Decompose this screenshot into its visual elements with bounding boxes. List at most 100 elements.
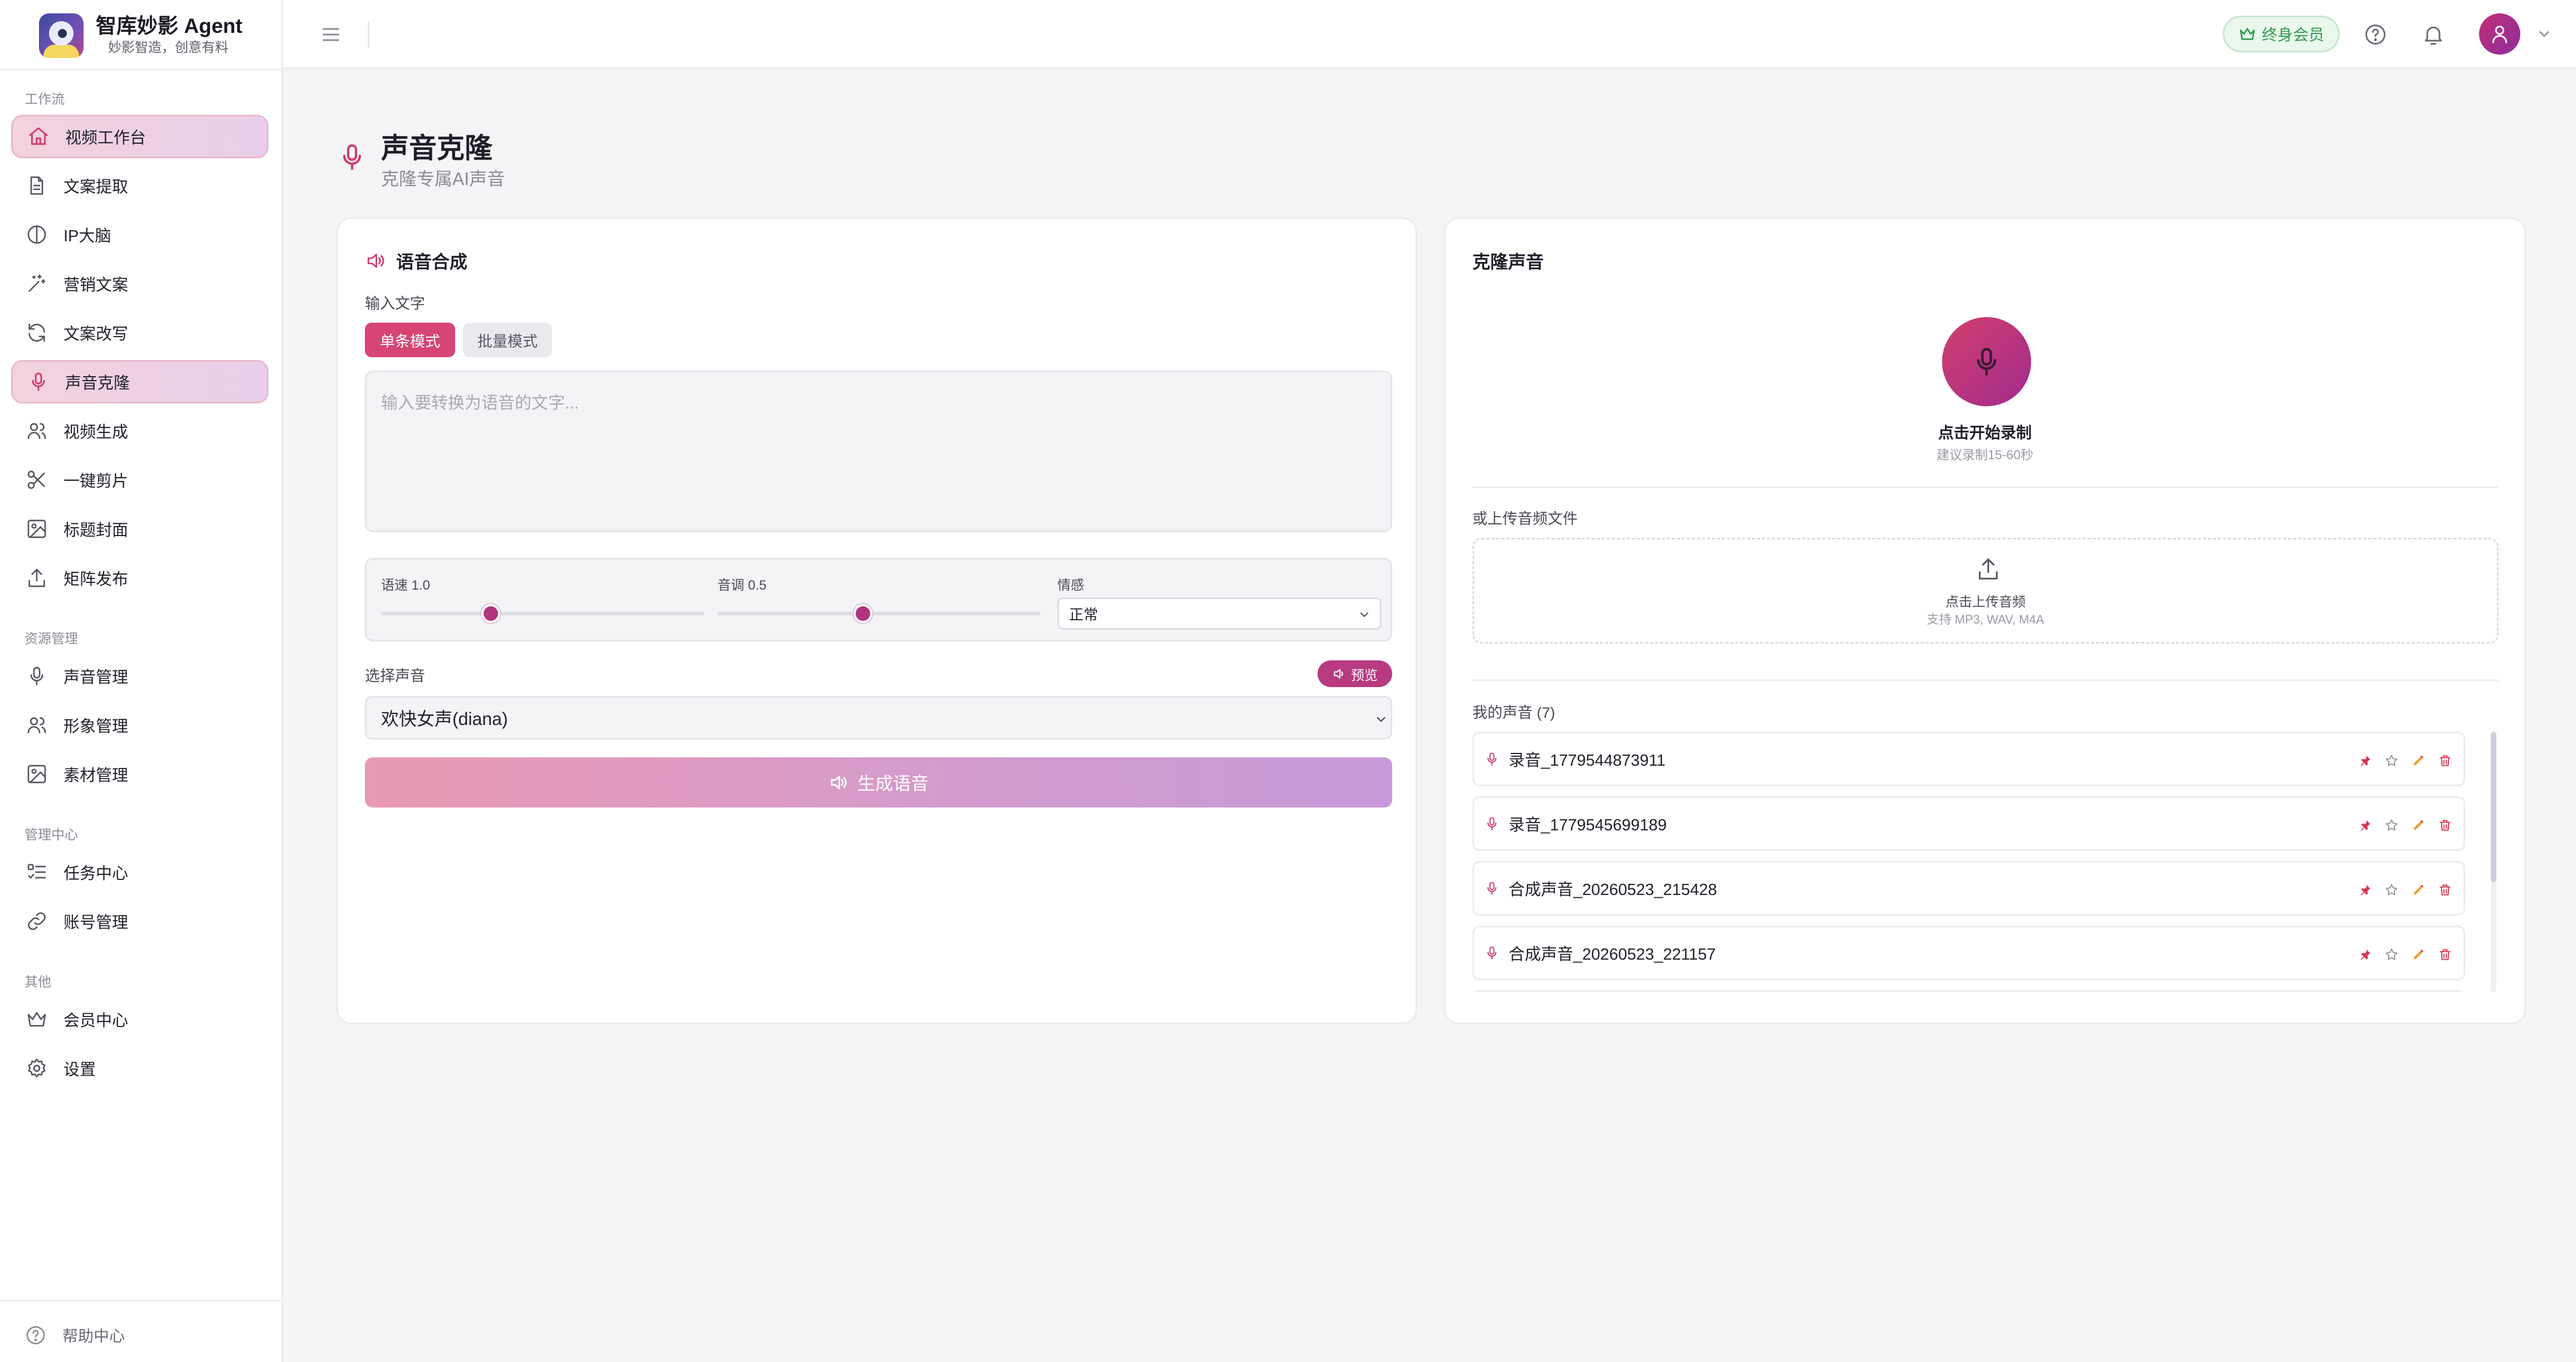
voice-select[interactable]: 欢快女声(diana) [365,696,1392,740]
sidebar-item-task-center[interactable]: 任务中心 [11,850,269,894]
voice-list-item[interactable]: 录音_1779544873911 [1472,732,2465,786]
audio-upload-dropzone[interactable]: 点击上传音频 支持 MP3, WAV, M4A [1472,538,2499,644]
record-button[interactable] [1942,317,2031,406]
sidebar-item-label: 账号管理 [64,914,129,932]
batch-mode-button[interactable]: 批量模式 [463,323,552,357]
microphone-icon [32,372,45,391]
clone-voice-card: 克隆声音 点击开始录制 建议录制15-60秒 或上传音频文件 点击上传音频 支持… [1444,217,2526,1024]
sidebar-item-copy-rewrite[interactable]: 文案改写 [11,311,269,354]
edit-icon[interactable] [2411,753,2426,768]
sparkle-icon [28,274,46,292]
sidebar-item-video-generate[interactable]: 视频生成 [11,409,269,453]
edit-icon[interactable] [2411,883,2426,897]
sidebar-item-video-workbench[interactable]: 视频工作台 [11,115,269,158]
sidebar-item-label: 营销文案 [64,276,129,294]
sidebar-item-marketing-copy[interactable]: 营销文案 [11,262,269,305]
pin-icon[interactable] [2358,818,2372,833]
sidebar-item-label: 视频工作台 [65,129,147,147]
document-icon [30,176,43,195]
sidebar-item-avatar-manage[interactable]: 形象管理 [11,703,269,747]
sidebar-item-one-click-edit[interactable]: 一键剪片 [11,458,269,502]
star-icon[interactable] [2384,883,2399,897]
microphone-icon [1487,817,1497,830]
star-icon[interactable] [2384,947,2399,962]
microphone-icon [30,667,43,685]
pitch-slider-handle[interactable] [853,604,872,623]
microphone-icon [1977,348,1997,376]
sidebar-item-label: 会员中心 [64,1012,129,1030]
help-center-link[interactable]: 帮助中心 [25,1324,125,1346]
speed-slider-track[interactable] [381,612,704,615]
brand[interactable]: 智库妙影 Agent 妙影智造，创意有料 [39,12,242,59]
topbar-separator [368,21,369,48]
edit-icon[interactable] [2411,947,2426,962]
crown-icon [2240,28,2255,40]
edit-icon[interactable] [2411,818,2426,833]
trash-icon[interactable] [2438,947,2452,962]
trash-icon[interactable] [2438,753,2452,768]
refresh-icon [28,323,45,342]
sidebar-item-voice-clone[interactable]: 声音克隆 [11,360,269,403]
sidebar-item-copy-extract[interactable]: 文案提取 [11,164,269,207]
input-text-label: 输入文字 [365,295,425,312]
sidebar-item-voice-manage[interactable]: 声音管理 [11,654,269,698]
pin-icon[interactable] [2358,947,2372,962]
speed-label: 语速 1.0 [381,578,431,593]
my-voices-list: 录音_1779544873911 录音_1779545699189 合成声音_2… [1472,732,2499,993]
synthesis-title: 语音合成 [365,248,467,274]
voice-actions [2345,818,2452,833]
microphone-icon [1487,752,1497,766]
preview-button[interactable]: 预览 [1318,660,1392,687]
single-mode-button[interactable]: 单条模式 [365,323,455,357]
voice-list-item[interactable]: 录音_1779545699189 [1472,796,2465,851]
topbar: 终身会员 [283,0,2576,69]
sidebar-item-label: IP大脑 [64,227,111,245]
sidebar-item-label: 文案提取 [64,178,129,196]
home-icon [29,127,48,145]
voice-name: 合成声音_20260523_215428 [1509,881,1718,899]
star-icon[interactable] [2384,818,2399,833]
trash-icon[interactable] [2438,818,2452,833]
synthesis-text-input[interactable]: 输入要转换为语音的文字... [365,371,1392,532]
chevron-down-icon[interactable] [2536,26,2553,42]
sidebar-item-title-cover[interactable]: 标题封面 [11,507,269,551]
brain-icon [27,225,46,244]
sidebar-group-workflow: 工作流 [25,92,65,107]
sidebar-item-matrix-publish[interactable]: 矩阵发布 [11,556,269,600]
pitch-slider-track[interactable] [718,612,1041,615]
sidebar-item-settings[interactable]: 设置 [11,1047,269,1090]
sidebar-item-member-center[interactable]: 会员中心 [11,998,269,1041]
task-list-icon [27,864,46,879]
sidebar-item-ip-brain[interactable]: IP大脑 [11,213,269,256]
speed-slider-handle[interactable] [481,604,501,623]
star-icon[interactable] [2384,753,2399,768]
help-icon[interactable] [2363,22,2388,47]
voice-name: 录音_1779545699189 [1509,816,1667,834]
voice-list-scroll-thumb[interactable] [2491,732,2496,882]
generate-voice-button[interactable]: 生成语音 [365,757,1392,808]
sidebar-item-label: 一键剪片 [64,473,129,490]
crown-icon [27,1012,46,1027]
sidebar-bottom-divider [0,1300,283,1301]
users-icon [27,423,46,439]
sidebar-item-label: 文案改写 [64,325,129,343]
voice-list-item[interactable]: 合成声音_20260523_221157 [1472,926,2465,980]
voice-list-item[interactable] [1472,990,2465,993]
lifetime-member-badge[interactable]: 终身会员 [2223,16,2340,52]
image-icon [27,765,46,784]
user-avatar[interactable] [2479,13,2520,55]
pin-icon[interactable] [2358,883,2372,897]
voice-list-item[interactable]: 合成声音_20260523_215428 [1472,861,2465,916]
bell-icon[interactable] [2421,22,2446,47]
sidebar-item-account-manage[interactable]: 账号管理 [11,899,269,943]
brand-logo [39,13,84,58]
menu-icon[interactable] [320,23,342,46]
upload-formats: 支持 MP3, WAV, M4A [1926,612,2045,626]
sidebar-item-asset-manage[interactable]: 素材管理 [11,752,269,796]
upload-title: 点击上传音频 [1945,595,2026,610]
emotion-select[interactable]: 正常 [1057,597,1382,630]
pin-icon[interactable] [2358,753,2372,768]
trash-icon[interactable] [2438,883,2452,897]
microphone-icon [1487,946,1497,960]
voice-list-scrollbar[interactable] [2491,732,2496,993]
